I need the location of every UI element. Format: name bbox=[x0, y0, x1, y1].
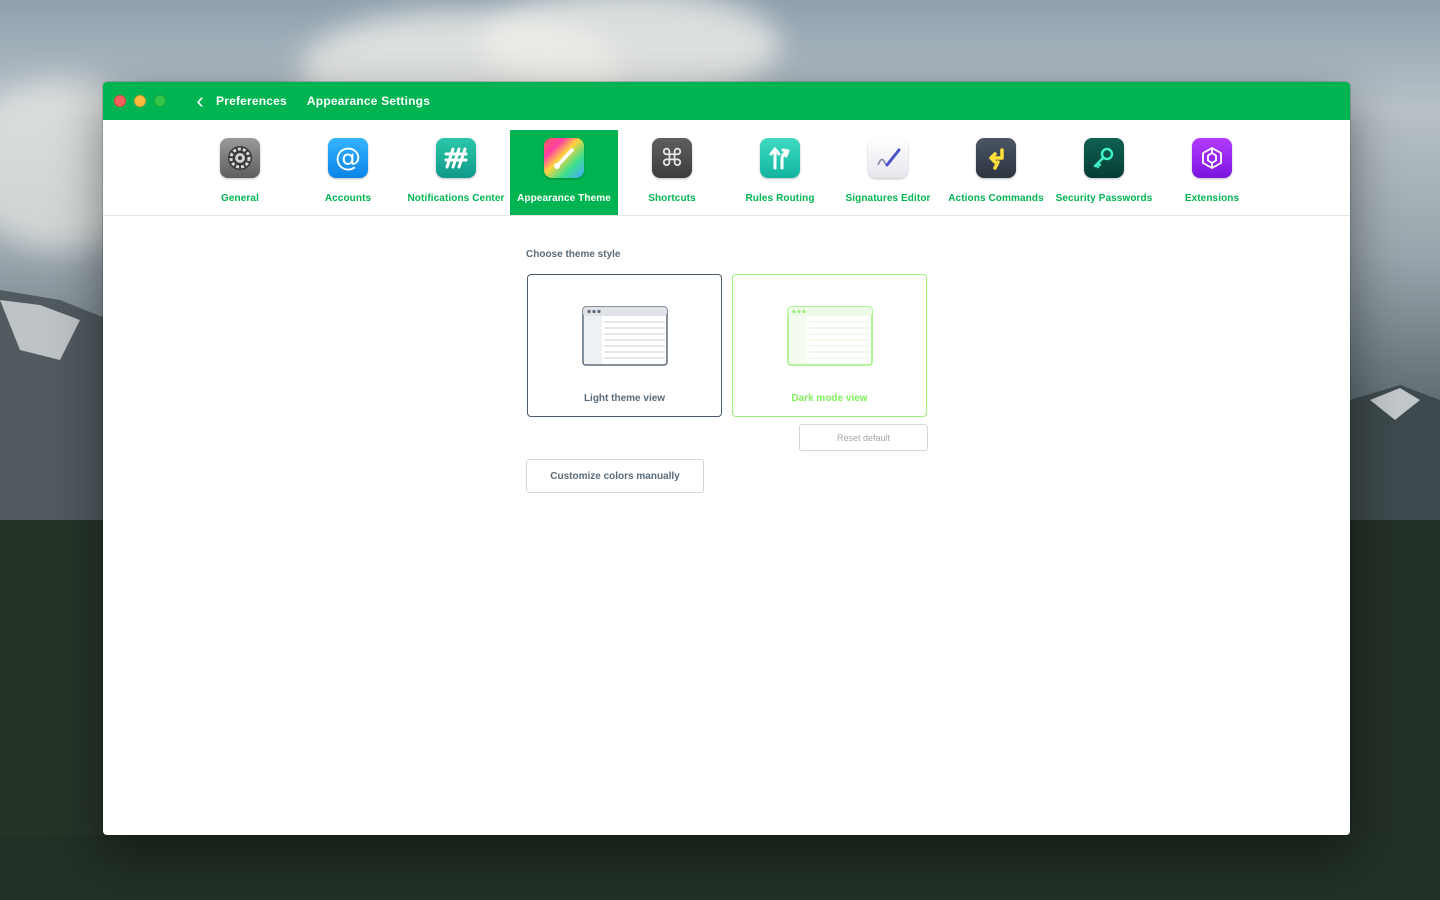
title-bar: ‹ Preferences Appearance Settings bbox=[103, 82, 1350, 120]
tab-label: Shortcuts bbox=[648, 193, 696, 204]
tab-accounts[interactable]: @ Accounts bbox=[294, 130, 402, 215]
close-window-button[interactable] bbox=[114, 95, 126, 107]
split-arrows-icon bbox=[760, 138, 800, 178]
option-label: Dark mode view bbox=[791, 393, 868, 404]
tab-label: General bbox=[221, 193, 259, 204]
pen-signature-icon bbox=[868, 138, 908, 178]
tab-label: Appearance Theme bbox=[517, 193, 611, 204]
tab-label: Security Passwords bbox=[1055, 193, 1153, 204]
light-window-preview bbox=[581, 306, 668, 366]
tab-label: Actions Commands bbox=[948, 193, 1044, 204]
tab-appearance[interactable]: Appearance Theme bbox=[510, 130, 618, 215]
paintbrush-icon bbox=[544, 138, 584, 178]
window-controls bbox=[114, 95, 166, 107]
cube-icon bbox=[1192, 138, 1232, 178]
tab-label: Notifications Center bbox=[407, 193, 505, 204]
reset-default-button[interactable]: Reset default bbox=[799, 424, 928, 451]
preference-tabs: General @ Accounts Notifications Center … bbox=[186, 130, 1266, 215]
window-subtitle: Appearance Settings bbox=[306, 94, 431, 108]
tab-label: Signatures Editor bbox=[845, 193, 931, 204]
minimize-window-button[interactable] bbox=[134, 95, 146, 107]
tab-label: Rules Routing bbox=[745, 193, 815, 204]
option-label: Light theme view bbox=[583, 393, 666, 404]
tab-security[interactable]: Security Passwords bbox=[1050, 130, 1158, 215]
gear-icon bbox=[220, 138, 260, 178]
section-title: Choose theme style bbox=[526, 249, 621, 260]
dark-window-preview bbox=[786, 306, 873, 366]
preferences-toolbar: General @ Accounts Notifications Center … bbox=[103, 120, 1350, 216]
tab-label: Extensions bbox=[1184, 193, 1240, 204]
window-title: Preferences bbox=[216, 94, 287, 108]
back-chevron-icon[interactable]: ‹ bbox=[192, 90, 208, 112]
light-theme-option[interactable]: Light theme view bbox=[527, 274, 722, 417]
preferences-window: ‹ Preferences Appearance Settings Genera… bbox=[103, 82, 1350, 835]
dark-theme-option[interactable]: Dark mode view bbox=[732, 274, 927, 417]
tab-general[interactable]: General bbox=[186, 130, 294, 215]
zoom-window-button[interactable] bbox=[154, 95, 166, 107]
tab-signatures[interactable]: Signatures Editor bbox=[834, 130, 942, 215]
tab-label: Accounts bbox=[324, 193, 372, 204]
key-icon bbox=[1084, 138, 1124, 178]
stripes-icon bbox=[436, 138, 476, 178]
tab-extensions[interactable]: Extensions bbox=[1158, 130, 1266, 215]
at-sign-icon: @ bbox=[328, 138, 368, 178]
tab-actions[interactable]: Actions Commands bbox=[942, 130, 1050, 215]
tab-rules[interactable]: Rules Routing bbox=[726, 130, 834, 215]
return-arrow-icon bbox=[976, 138, 1016, 178]
tab-notifications[interactable]: Notifications Center bbox=[402, 130, 510, 215]
appearance-panel: Choose theme style Light theme view Dark… bbox=[103, 217, 1350, 835]
tab-shortcuts[interactable]: ⌘ Shortcuts bbox=[618, 130, 726, 215]
customize-colors-button[interactable]: Customize colors manually bbox=[526, 459, 704, 493]
command-icon: ⌘ bbox=[652, 138, 692, 178]
